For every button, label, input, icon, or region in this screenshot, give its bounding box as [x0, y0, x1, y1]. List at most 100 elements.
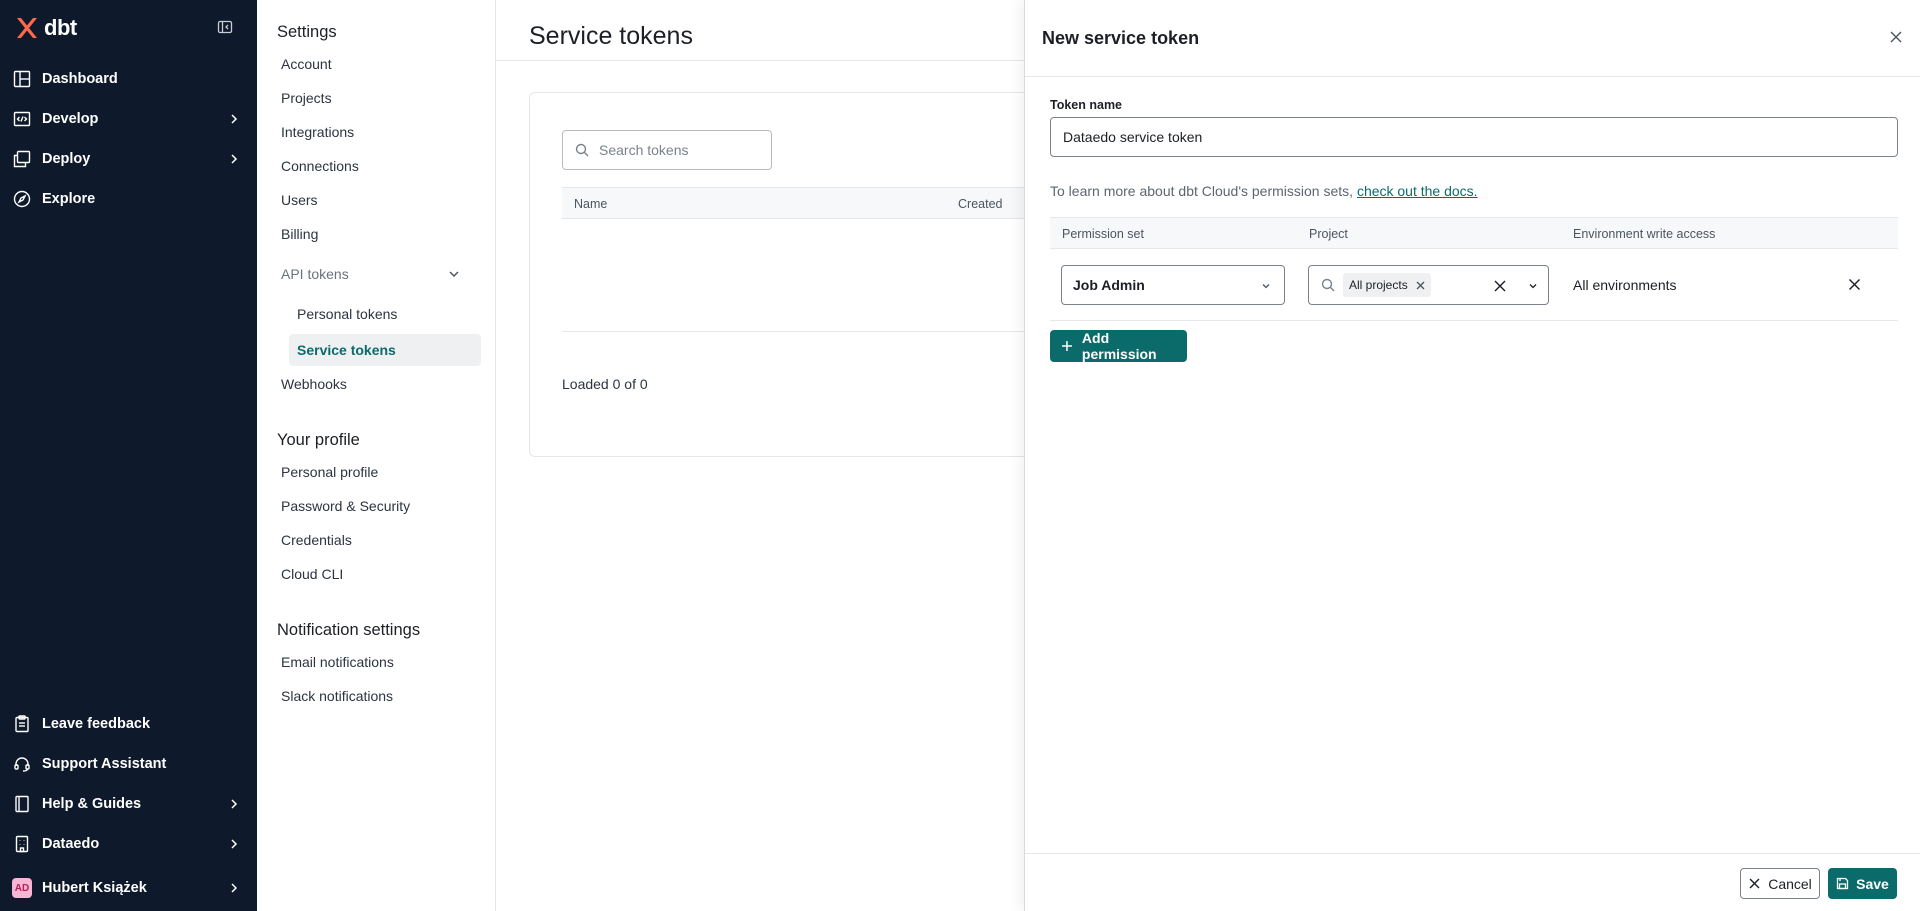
help-text: To learn more about dbt Cloud's permissi…: [1050, 183, 1354, 199]
settings-link-personal-profile[interactable]: Personal profile: [281, 464, 378, 480]
clear-selection-icon[interactable]: [1493, 279, 1507, 293]
chevron-right-icon: [231, 839, 238, 849]
environment-access-value: All environments: [1573, 277, 1677, 293]
settings-title: Settings: [277, 23, 337, 41]
search-icon: [575, 143, 589, 157]
nav-item-leave-feedback[interactable]: Leave feedback: [0, 706, 257, 742]
chevron-down-icon[interactable]: [447, 267, 461, 281]
docs-link[interactable]: check out the docs.: [1357, 183, 1478, 199]
chevron-right-icon: [231, 883, 238, 893]
settings-link-password-security[interactable]: Password & Security: [281, 498, 410, 514]
nav-item-user-profile[interactable]: AD Hubert Książek: [0, 870, 257, 906]
settings-link-account[interactable]: Account: [281, 56, 332, 72]
settings-link-projects[interactable]: Projects: [281, 90, 332, 106]
chevron-right-icon: [231, 154, 238, 164]
search-field[interactable]: [562, 130, 772, 170]
main-navigation: dbt Dashboard Develop Deploy Explore Lea…: [0, 0, 257, 911]
save-label: Save: [1856, 875, 1889, 892]
table-header: Name Created: [562, 187, 1050, 219]
save-icon: [1836, 877, 1849, 890]
remove-permission-icon[interactable]: [1848, 278, 1861, 291]
cancel-label: Cancel: [1768, 875, 1812, 892]
search-icon: [1321, 278, 1335, 292]
column-header-created[interactable]: Created: [958, 197, 1002, 211]
main-content: Service tokens Name Created Loaded 0 of …: [496, 0, 1050, 911]
brand-name: dbt: [44, 15, 77, 40]
loaded-count: Loaded 0 of 0: [562, 376, 648, 392]
page-title: Service tokens: [529, 22, 693, 50]
your-profile-title: Your profile: [277, 431, 360, 449]
nav-item-dashboard[interactable]: Dashboard: [0, 61, 257, 97]
plus-icon: [1061, 341, 1072, 351]
table-divider: [562, 331, 1050, 332]
nav-item-help-guides[interactable]: Help & Guides: [0, 786, 257, 822]
nav-label: Dataedo: [42, 836, 100, 852]
settings-link-users[interactable]: Users: [281, 192, 318, 208]
settings-link-email-notifications[interactable]: Email notifications: [281, 654, 394, 670]
drawer-footer-divider: [1025, 853, 1920, 854]
settings-link-integrations[interactable]: Integrations: [281, 124, 354, 140]
brand[interactable]: dbt: [14, 15, 77, 40]
add-permission-button[interactable]: Add permission: [1050, 330, 1187, 362]
user-name: Hubert Książek: [42, 880, 147, 896]
settings-link-cloud-cli[interactable]: Cloud CLI: [281, 566, 343, 582]
nav-label: Develop: [42, 111, 99, 127]
nav-item-support-assistant[interactable]: Support Assistant: [0, 746, 257, 782]
settings-link-slack-notifications[interactable]: Slack notifications: [281, 688, 393, 704]
notification-settings-title: Notification settings: [277, 621, 421, 639]
explore-icon: [12, 189, 32, 209]
dashboard-icon: [12, 69, 32, 89]
nav-item-dataedo[interactable]: Dataedo: [0, 826, 257, 862]
column-header-permission-set: Permission set: [1062, 227, 1144, 241]
dbt-logo-icon: [17, 18, 37, 38]
settings-sidebar: Settings Account Projects Integrations C…: [257, 0, 496, 911]
settings-link-billing[interactable]: Billing: [281, 226, 318, 242]
permission-set-value: Job Admin: [1073, 277, 1145, 293]
save-button[interactable]: Save: [1828, 868, 1897, 899]
remove-chip-icon[interactable]: [1416, 281, 1425, 290]
chevron-down-icon: [1262, 284, 1270, 289]
close-icon[interactable]: [1889, 30, 1903, 44]
develop-icon: [12, 109, 32, 129]
cancel-button[interactable]: Cancel: [1740, 868, 1820, 899]
settings-link-webhooks[interactable]: Webhooks: [281, 376, 347, 392]
new-service-token-drawer: New service token Token name To learn mo…: [1024, 0, 1920, 911]
settings-link-personal-tokens[interactable]: Personal tokens: [297, 306, 397, 322]
chevron-down-icon[interactable]: [1527, 280, 1539, 292]
permission-row-divider: [1050, 320, 1898, 321]
nav-label: Explore: [42, 191, 96, 207]
tokens-card: Name Created Loaded 0 of 0: [529, 92, 1050, 457]
nav-item-deploy[interactable]: Deploy: [0, 141, 257, 177]
drawer-title: New service token: [1042, 28, 1200, 48]
nav-label: Leave feedback: [42, 716, 151, 732]
building-icon: [12, 834, 32, 854]
permission-set-select[interactable]: Job Admin: [1061, 265, 1285, 305]
avatar: AD: [12, 878, 32, 898]
headset-icon: [12, 754, 32, 774]
token-name-label: Token name: [1050, 98, 1123, 112]
search-input[interactable]: [599, 142, 759, 158]
settings-link-connections[interactable]: Connections: [281, 158, 359, 174]
nav-item-develop[interactable]: Develop: [0, 101, 257, 137]
book-icon: [12, 794, 32, 814]
add-permission-label: Add permission: [1081, 330, 1157, 362]
settings-link-credentials[interactable]: Credentials: [281, 532, 352, 548]
project-chip: All projects: [1343, 273, 1431, 297]
header-divider: [496, 60, 1024, 61]
column-header-project: Project: [1309, 227, 1348, 241]
column-header-name[interactable]: Name: [574, 197, 607, 211]
close-icon: [1749, 878, 1760, 889]
nav-label: Deploy: [42, 151, 91, 167]
project-chip-label: All projects: [1349, 278, 1408, 292]
settings-link-api-tokens[interactable]: API tokens: [281, 266, 349, 282]
project-multiselect[interactable]: All projects: [1308, 265, 1549, 305]
nav-item-explore[interactable]: Explore: [0, 181, 257, 217]
feedback-icon: [12, 714, 32, 734]
token-name-input[interactable]: [1050, 117, 1898, 157]
settings-link-service-tokens[interactable]: Service tokens: [297, 342, 396, 358]
deploy-icon: [12, 149, 32, 169]
nav-label: Dashboard: [42, 71, 118, 87]
nav-label: Support Assistant: [42, 756, 167, 772]
permission-help-text: To learn more about dbt Cloud's permissi…: [1050, 183, 1478, 199]
collapse-sidebar-icon[interactable]: [217, 19, 233, 35]
